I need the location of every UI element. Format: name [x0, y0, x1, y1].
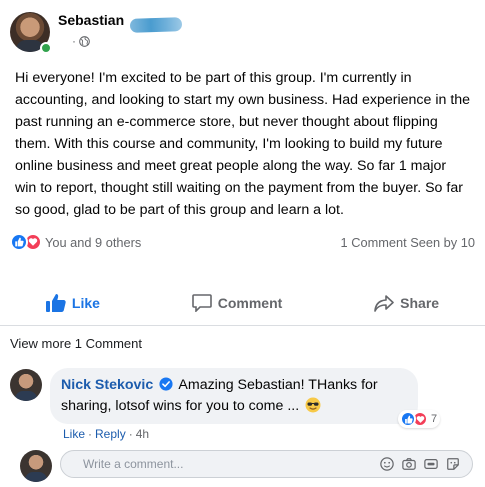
comment-author[interactable]: Nick Stekovic	[61, 377, 153, 393]
reactions-bar: You and 9 others 1 Comment Seen by 10	[10, 232, 475, 252]
like-reaction-icon	[400, 411, 416, 427]
like-button[interactable]: Like	[45, 294, 100, 312]
thumbs-up-icon	[45, 294, 66, 312]
share-button[interactable]: Share	[374, 294, 439, 312]
camera-icon[interactable]	[402, 457, 416, 471]
comment-like-link[interactable]: Like	[63, 427, 85, 441]
share-arrow-icon	[374, 295, 394, 312]
sunglasses-emoji-icon	[305, 397, 321, 413]
actions-divider	[0, 325, 485, 326]
reactions-summary[interactable]: You and 9 others	[45, 235, 341, 250]
comment-reaction-count: 7	[431, 413, 438, 425]
comments-seen-stats[interactable]: 1 Comment Seen by 10	[341, 235, 475, 250]
like-label: Like	[71, 295, 100, 311]
post-body: Hi everyone! I'm excited to be part of t…	[15, 70, 471, 218]
verified-badge-icon	[159, 377, 173, 391]
post-header: Sebastian ·	[10, 8, 475, 54]
comment-links: Like · Reply · 4h	[63, 427, 149, 441]
share-label: Share	[400, 295, 440, 311]
comment-reply-link[interactable]: Reply	[95, 427, 126, 441]
commenter-avatar[interactable]	[10, 369, 42, 401]
author-name[interactable]: Sebastian	[58, 12, 124, 28]
view-more-comments-link[interactable]: View more 1 Comment	[10, 336, 142, 351]
sticker-icon[interactable]	[446, 457, 460, 471]
post-meta: ·	[72, 34, 90, 48]
online-status-dot	[40, 42, 52, 54]
composer-tools	[380, 457, 472, 471]
post-actions: Like Comment Share	[0, 288, 485, 318]
link-separator: ·	[88, 427, 93, 441]
comment-composer	[60, 450, 473, 478]
redaction-scribble	[129, 17, 183, 33]
current-user-avatar	[20, 450, 52, 482]
link-separator: ·	[128, 427, 133, 441]
reaction-icons[interactable]	[10, 233, 42, 251]
comment-button[interactable]: Comment	[191, 294, 283, 312]
emoji-icon[interactable]	[380, 457, 394, 471]
comment-bubble-icon	[191, 294, 212, 312]
comment-reactions[interactable]: 7	[398, 410, 441, 428]
comment-bubble: Nick Stekovic Amazing Sebastian! THanks …	[50, 368, 418, 424]
comment-label: Comment	[217, 295, 283, 311]
meta-dot: ·	[72, 34, 76, 48]
like-reaction-icon	[10, 233, 28, 251]
comment-timestamp[interactable]: 4h	[136, 427, 149, 441]
gif-icon[interactable]	[424, 457, 438, 471]
globe-icon[interactable]	[79, 35, 90, 47]
comment-input[interactable]	[83, 457, 380, 471]
